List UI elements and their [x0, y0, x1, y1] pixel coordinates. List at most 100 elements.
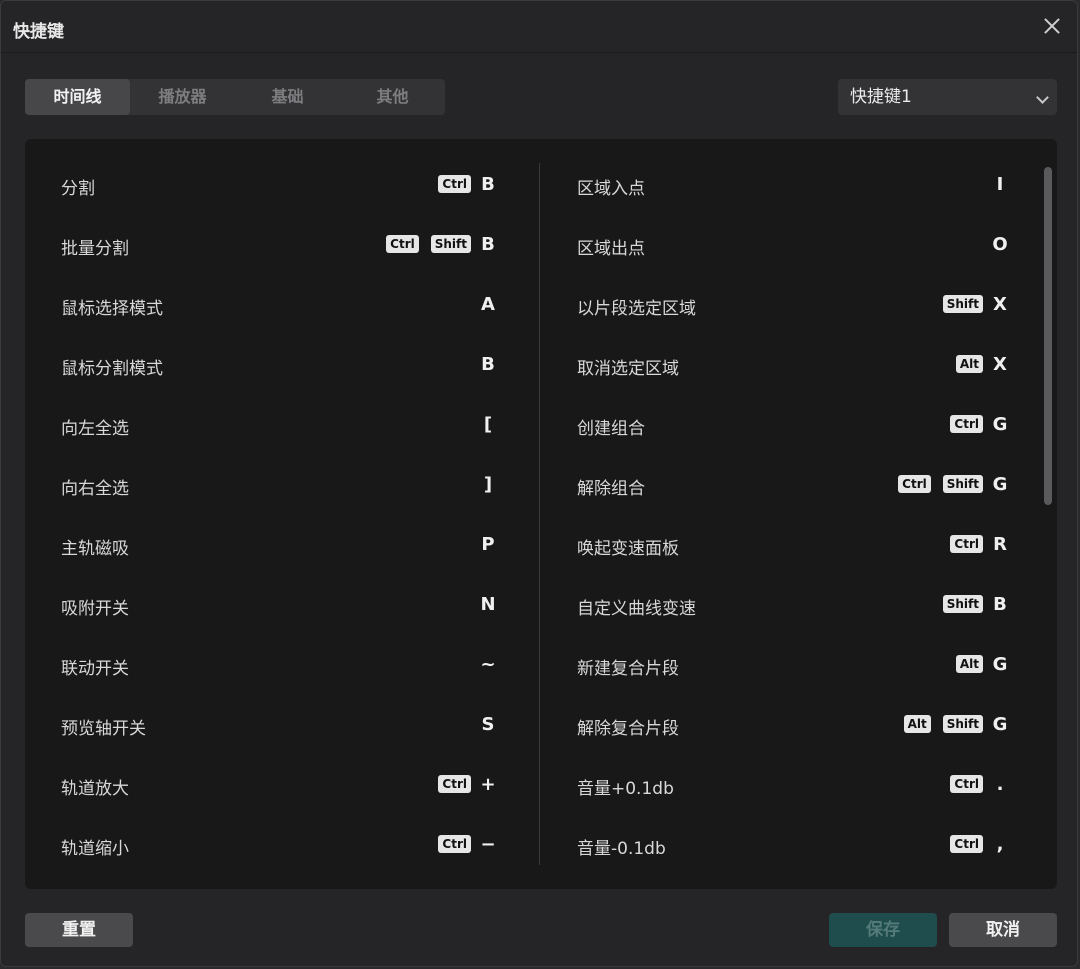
shortcut-keys: Ctrl Shift B — [374, 232, 505, 256]
shortcut-row[interactable]: 区域入点 I — [577, 156, 1017, 216]
tab-player[interactable]: 播放器 — [130, 79, 235, 115]
modifier-key-badge: Shift — [942, 295, 983, 313]
shortcut-row[interactable]: 以片段选定区域 Shift X — [577, 276, 1017, 336]
shortcut-row[interactable]: 自定义曲线变速 Shift B — [577, 576, 1017, 636]
shortcut-keys: Shift X — [931, 292, 1017, 316]
shortcut-key: B — [993, 593, 1007, 615]
shortcut-keys: Alt G — [944, 652, 1017, 676]
shortcut-row[interactable]: 鼠标分割模式 B — [61, 336, 505, 396]
shortcut-row[interactable]: 预览轴开关 S — [61, 696, 505, 756]
shortcut-keys: P — [471, 532, 505, 556]
shortcut-keys: ~ — [471, 652, 505, 676]
close-icon[interactable] — [1041, 15, 1063, 37]
shortcut-keys: B — [471, 352, 505, 376]
reset-button[interactable]: 重置 — [25, 913, 133, 947]
shortcut-key: B — [481, 233, 495, 255]
modifier-key-badge: Ctrl — [950, 535, 983, 553]
shortcut-key: G — [992, 713, 1008, 735]
shortcut-row[interactable]: 主轨磁吸 P — [61, 516, 505, 576]
shortcut-row[interactable]: 唤起变速面板 Ctrl R — [577, 516, 1017, 576]
shortcut-keys: Ctrl G — [938, 412, 1017, 436]
shortcut-row[interactable]: 轨道缩小 Ctrl − — [61, 816, 505, 876]
shortcut-key: G — [992, 473, 1008, 495]
modifier-key-badge: Ctrl — [950, 835, 983, 853]
shortcut-label: 音量+0.1db — [577, 779, 674, 799]
shortcut-row[interactable]: 新建复合片段 Alt G — [577, 636, 1017, 696]
cancel-button[interactable]: 取消 — [949, 913, 1057, 947]
shortcut-keys: N — [471, 592, 505, 616]
shortcut-label: 音量-0.1db — [577, 839, 666, 859]
preset-selected-value: 快捷键1 — [850, 87, 912, 107]
shortcut-row[interactable]: 音量-0.1db Ctrl, — [577, 816, 1017, 876]
save-button[interactable]: 保存 — [829, 913, 937, 947]
shortcut-row[interactable]: 取消选定区域 Alt X — [577, 336, 1017, 396]
shortcut-row[interactable]: 区域出点 O — [577, 216, 1017, 276]
shortcut-key: . — [996, 773, 1004, 795]
shortcut-label: 区域出点 — [577, 239, 645, 259]
modifier-key-badge: Shift — [942, 715, 983, 733]
shortcut-keys: ] — [471, 472, 505, 496]
shortcut-keys: Ctrl − — [426, 832, 505, 856]
shortcut-row[interactable]: 鼠标选择模式 A — [61, 276, 505, 336]
modifier-key-badge: Ctrl — [386, 235, 419, 253]
shortcut-label: 联动开关 — [61, 659, 129, 679]
shortcut-keys: I — [983, 172, 1017, 196]
shortcut-row[interactable]: 创建组合 Ctrl G — [577, 396, 1017, 456]
shortcut-label: 向右全选 — [61, 479, 129, 499]
preset-select[interactable]: 快捷键1 — [838, 79, 1057, 115]
shortcut-label: 批量分割 — [61, 239, 129, 259]
shortcut-label: 预览轴开关 — [61, 719, 146, 739]
shortcut-label: 唤起变速面板 — [577, 539, 679, 559]
shortcut-row[interactable]: 向右全选] — [61, 456, 505, 516]
modifier-key-badge: Alt — [955, 655, 983, 673]
shortcut-key: + — [480, 773, 496, 795]
shortcut-label: 鼠标分割模式 — [61, 359, 163, 379]
shortcut-key: P — [481, 533, 495, 555]
shortcut-row[interactable]: 批量分割 Ctrl Shift B — [61, 216, 505, 276]
scrollbar-thumb[interactable] — [1044, 167, 1052, 505]
shortcut-label: 轨道缩小 — [61, 839, 129, 859]
tab-basic[interactable]: 基础 — [235, 79, 340, 115]
shortcut-row[interactable]: 分割 Ctrl B — [61, 156, 505, 216]
shortcut-keys: Shift B — [931, 592, 1017, 616]
shortcut-label: 轨道放大 — [61, 779, 129, 799]
shortcut-key: O — [992, 233, 1008, 255]
category-tabs: 时间线 播放器 基础 其他 — [25, 79, 445, 115]
shortcut-row[interactable]: 解除组合 Ctrl Shift G — [577, 456, 1017, 516]
tab-timeline[interactable]: 时间线 — [25, 79, 130, 115]
modifier-key-badge: Shift — [942, 595, 983, 613]
shortcut-key: [ — [483, 413, 493, 435]
shortcut-list-panel: 分割 Ctrl B 批量分割 Ctrl Shift B 鼠标选择模式 A 鼠标分割模式 B 向左全选 [… — [25, 139, 1057, 889]
shortcut-key: B — [481, 173, 495, 195]
chevron-down-icon — [1036, 91, 1049, 104]
shortcut-row[interactable]: 音量+0.1db Ctrl. — [577, 756, 1017, 816]
shortcut-row[interactable]: 解除复合片段 Alt Shift G — [577, 696, 1017, 756]
modifier-key-badge: Ctrl — [950, 775, 983, 793]
modifier-key-badge: Shift — [430, 235, 471, 253]
modifier-key-badge: Ctrl — [898, 475, 931, 493]
shortcut-key: B — [481, 353, 495, 375]
shortcut-row[interactable]: 轨道放大 Ctrl + — [61, 756, 505, 816]
shortcut-label: 取消选定区域 — [577, 359, 679, 379]
shortcut-label: 主轨磁吸 — [61, 539, 129, 559]
modifier-key-badge: Shift — [942, 475, 983, 493]
modifier-key-badge: Ctrl — [950, 415, 983, 433]
shortcut-key: A — [481, 293, 495, 315]
shortcut-row[interactable]: 吸附开关 N — [61, 576, 505, 636]
shortcut-key: − — [480, 833, 496, 855]
shortcut-key: , — [996, 833, 1004, 855]
shortcut-keys: Ctrl + — [426, 772, 505, 796]
shortcut-row[interactable]: 向左全选 [ — [61, 396, 505, 456]
modifier-key-badge: Ctrl — [438, 175, 471, 193]
left-shortcut-column: 分割 Ctrl B 批量分割 Ctrl Shift B 鼠标选择模式 A 鼠标分割模式 B 向左全选 [… — [61, 156, 505, 876]
shortcut-label: 向左全选 — [61, 419, 129, 439]
tab-other[interactable]: 其他 — [340, 79, 445, 115]
modifier-key-badge: Ctrl — [438, 775, 471, 793]
shortcut-keys: Ctrl, — [938, 832, 1017, 856]
shortcut-row[interactable]: 联动开关 ~ — [61, 636, 505, 696]
shortcut-key: ] — [483, 473, 493, 495]
shortcut-keys: Ctrl Shift G — [886, 472, 1017, 496]
shortcut-key: G — [992, 413, 1008, 435]
shortcut-keys: Alt Shift G — [892, 712, 1017, 736]
shortcut-label: 创建组合 — [577, 419, 645, 439]
